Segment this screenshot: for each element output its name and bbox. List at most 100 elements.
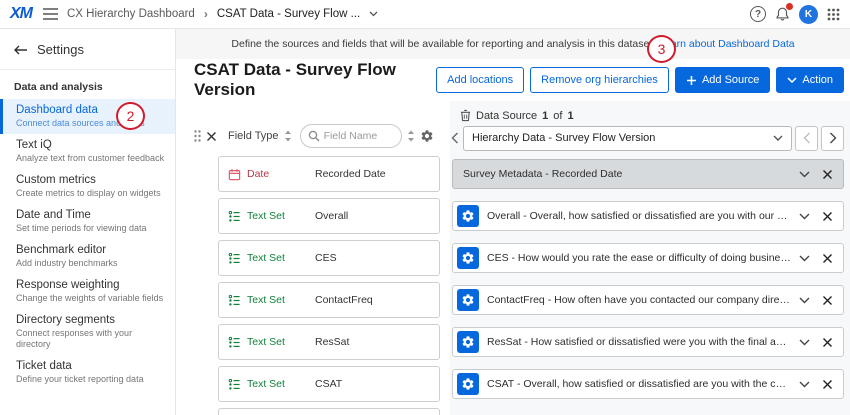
field-name: ContactFreq: [315, 294, 373, 306]
mapped-field-card[interactable]: ResSat - How satisfied or dissatisfied w…: [452, 327, 844, 357]
learn-link[interactable]: Learn about Dashboard Data: [659, 38, 794, 50]
settings-gear-icon[interactable]: [420, 129, 434, 143]
mapped-field-card[interactable]: Overall - Overall, how satisfied or diss…: [452, 201, 844, 231]
sidebar-item-dashboard-data[interactable]: Dashboard data Connect data sources and …: [0, 99, 175, 134]
data-source-dropdown[interactable]: Hierarchy Data - Survey Flow Version: [463, 126, 792, 151]
chevron-right-icon: [829, 132, 837, 144]
sort-icon[interactable]: [407, 130, 415, 142]
sidebar-item-label: Ticket data: [16, 360, 167, 373]
remove-field-icon[interactable]: [822, 337, 833, 348]
mapped-field-card[interactable]: CES - How would you rate the ease or dif…: [452, 243, 844, 273]
prev-source-button[interactable]: [795, 126, 818, 151]
remove-field-icon[interactable]: [822, 295, 833, 306]
collapse-chevron-left-icon[interactable]: [450, 132, 460, 144]
field-name: Recorded Date: [315, 168, 386, 180]
data-source-of: of: [553, 110, 562, 122]
field-row[interactable]: Text Set ResSat: [218, 324, 440, 360]
chevron-down-icon[interactable]: [799, 255, 810, 262]
field-type-label: Text Set: [247, 336, 285, 348]
field-row[interactable]: Text Set CES: [218, 240, 440, 276]
data-source-label: Data Source: [476, 110, 537, 122]
sidebar-item-custom-metrics[interactable]: Custom metrics Create metrics to display…: [0, 169, 175, 204]
sidebar: Settings Data and analysis Dashboard dat…: [0, 29, 176, 415]
field-row[interactable]: Text Set Overall: [218, 198, 440, 234]
sidebar-item-label: Text iQ: [16, 139, 167, 152]
xm-logo[interactable]: XM: [10, 5, 32, 23]
main-content: Define the sources and fields that will …: [176, 29, 850, 415]
chevron-down-icon[interactable]: [799, 171, 810, 178]
remove-org-hierarchies-button[interactable]: Remove org hierarchies: [530, 67, 669, 93]
field-settings-gear-icon[interactable]: [457, 205, 479, 227]
sidebar-item-label: Directory segments: [16, 314, 167, 327]
settings-label: Settings: [37, 42, 84, 57]
field-search-input[interactable]: [324, 130, 394, 142]
chevron-down-icon[interactable]: [799, 339, 810, 346]
field-name: Overall: [315, 210, 348, 222]
sidebar-item-text-iq[interactable]: Text iQ Analyze text from customer feedb…: [0, 134, 175, 169]
field-type-label: Text Set: [247, 294, 285, 306]
action-button[interactable]: Action: [776, 67, 844, 93]
drag-handle-icon[interactable]: [194, 130, 201, 142]
field-settings-gear-icon[interactable]: [457, 289, 479, 311]
mapped-field-text: Overall - Overall, how satisfied or diss…: [487, 210, 791, 222]
sidebar-item-label: Date and Time: [16, 209, 167, 222]
mapped-field-card[interactable]: CSAT - Overall, how satisfied or dissati…: [452, 369, 844, 399]
sidebar-item-benchmark-editor[interactable]: Benchmark editor Add industry benchmarks: [0, 239, 175, 274]
chevron-down-icon[interactable]: [799, 381, 810, 388]
mapped-field-text: Survey Metadata - Recorded Date: [453, 168, 791, 180]
help-icon[interactable]: ?: [750, 6, 766, 22]
notifications-bell-icon[interactable]: [775, 6, 790, 22]
next-source-button[interactable]: [821, 126, 844, 151]
remove-field-icon[interactable]: [822, 211, 833, 222]
text-set-icon: [228, 210, 241, 223]
app-grid-icon[interactable]: [827, 8, 840, 21]
field-settings-gear-icon[interactable]: [457, 247, 479, 269]
remove-field-icon[interactable]: [822, 169, 833, 180]
trash-icon[interactable]: [460, 109, 471, 122]
sidebar-item-ticket-data[interactable]: Ticket data Define your ticket reporting…: [0, 355, 175, 390]
field-type-cell: Text Set: [219, 252, 315, 265]
hamburger-menu-icon[interactable]: [43, 8, 58, 20]
chevron-down-icon[interactable]: [799, 297, 810, 304]
field-type-cell: Text Set: [219, 378, 315, 391]
search-icon: [308, 130, 320, 142]
sidebar-item-date-and-time[interactable]: Date and Time Set time periods for viewi…: [0, 204, 175, 239]
mapped-field-card[interactable]: Survey Metadata - Recorded Date: [452, 159, 844, 189]
field-row[interactable]: Text Set ContactFreq: [218, 282, 440, 318]
breadcrumb-root[interactable]: CX Hierarchy Dashboard: [67, 8, 195, 20]
field-row-partial[interactable]: [218, 408, 440, 415]
sidebar-item-response-weighting[interactable]: Response weighting Change the weights of…: [0, 274, 175, 309]
field-name: ResSat: [315, 336, 349, 348]
field-row[interactable]: Date Recorded Date: [218, 156, 440, 192]
field-type-label: Text Set: [247, 378, 285, 390]
data-source-current: 1: [542, 110, 548, 122]
sidebar-item-directory-segments[interactable]: Directory segments Connect responses wit…: [0, 309, 175, 355]
text-set-icon: [228, 378, 241, 391]
mapped-field-card[interactable]: ContactFreq - How often have you contact…: [452, 285, 844, 315]
sort-icon[interactable]: [284, 130, 292, 142]
field-type-cell: Text Set: [219, 336, 315, 349]
close-icon[interactable]: [206, 131, 217, 142]
add-locations-button[interactable]: Add locations: [436, 67, 524, 93]
breadcrumb-separator: ›: [204, 7, 208, 21]
add-source-button[interactable]: Add Source: [675, 67, 770, 93]
remove-field-icon[interactable]: [822, 253, 833, 264]
chevron-down-icon[interactable]: [369, 11, 378, 17]
field-row[interactable]: Text Set CSAT: [218, 366, 440, 402]
plus-icon: [686, 75, 697, 86]
sidebar-item-desc: Define your ticket reporting data: [16, 374, 167, 385]
field-type-cell: Text Set: [219, 294, 315, 307]
field-settings-gear-icon[interactable]: [457, 331, 479, 353]
breadcrumb-current[interactable]: CSAT Data - Survey Flow ...: [217, 8, 360, 20]
chevron-down-icon[interactable]: [799, 213, 810, 220]
avatar[interactable]: K: [799, 5, 818, 24]
topbar: XM CX Hierarchy Dashboard › CSAT Data - …: [0, 0, 850, 29]
notification-badge: [785, 2, 794, 11]
field-settings-gear-icon[interactable]: [457, 373, 479, 395]
remove-field-icon[interactable]: [822, 379, 833, 390]
sidebar-item-desc: Set time periods for viewing data: [16, 223, 167, 234]
back-to-settings[interactable]: Settings: [0, 29, 175, 70]
mapped-field-text: ResSat - How satisfied or dissatisfied w…: [487, 336, 791, 348]
annotation-circle-3: 3: [647, 35, 676, 63]
field-type-header[interactable]: Field Type: [228, 130, 279, 142]
